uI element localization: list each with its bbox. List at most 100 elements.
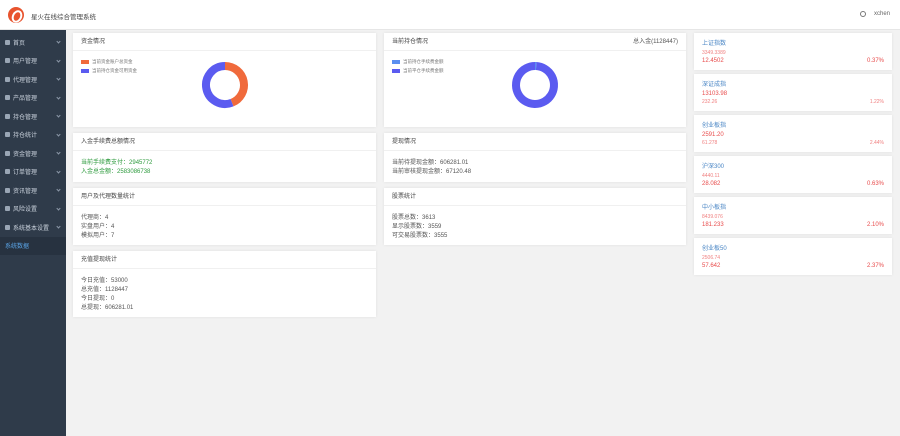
positions-donut-chart [512,62,558,108]
positions-legend: 当前持仓手续费金额 当前平仓手续费金额 [392,59,444,77]
index-card[interactable]: 创业板50 2506.74 57.642 2.37% [694,238,892,275]
index-value: 2591.20 [702,132,724,138]
sidebar: 首页 用户管理 代理管理 产品管理 持仓管理 持仓统计 资金管理 订单管理 资讯… [0,30,66,436]
donut-slice [224,62,248,107]
index-name: 中小板指 [702,205,727,211]
gear-icon [5,224,10,230]
index-card[interactable]: 上证指数 3349.3389 12.4502 0.37% [694,33,892,70]
agents-card: 用户及代理数量统计 代理商：4 实盘用户：4 模拟用户：7 [73,188,376,245]
card-title: 用户及代理数量统计 [73,188,376,206]
card-title: 资金情况 [73,33,376,51]
index-card[interactable]: 创业板指 2591.20 61.278 2.44% [694,115,892,152]
stock-tradable-row: 可交易股票数：3555 [392,233,448,239]
review-withdraw-row: 当前审核提现金额：67120.48 [392,169,472,175]
demo-user-row: 模拟用户：7 [81,233,115,239]
stock-total-row: 股票总数：3613 [392,215,436,221]
funds-legend: 当前资金账户总资金 当前持仓资金可用资金 [81,59,137,77]
legend-swatch [81,60,89,64]
deposit-total-row: 入金总金额：2583086738 [81,169,151,175]
deposit-fee-row: 当前手续费支付：2945772 [81,160,153,166]
index-change: 181.233 [702,222,724,228]
index-percent: 2.10% [866,222,884,228]
index-name: 创业板50 [702,246,727,252]
user-icon[interactable] [859,11,866,17]
card-title: 入金手续费总额情况 [73,133,376,151]
recharge-card: 充值提现统计 今日充值：53000 总充值：1128447 今日提现：0 总提现… [73,251,376,317]
index-name: 沪深300 [702,164,725,170]
sidebar-item-funds[interactable]: 资金管理 [0,144,66,163]
index-value: 4440.11 [702,173,720,179]
order-icon [5,169,10,175]
index-value: 2506.74 [702,255,721,261]
chevron-down-icon [56,113,61,118]
index-change: 61.278 [702,140,718,146]
chevron-down-icon [56,76,61,81]
funds-icon [5,150,10,156]
chevron-down-icon [56,205,61,211]
legend-swatch [392,60,400,64]
top-bar: 星火在线综合管理系统 xchen [0,0,900,30]
risk-icon [5,206,10,212]
index-change: 12.4502 [702,58,724,64]
sidebar-item-users[interactable]: 用户管理 [0,52,66,71]
stock-card: 股票统计 股票总数：3613 显示股票数：3559 可交易股票数：3555 [384,188,686,245]
logo-icon [8,7,24,23]
username[interactable]: xchen [874,11,890,17]
index-value: 8439.076 [702,214,723,220]
index-percent: 2.44% [869,140,884,146]
stock-shown-row: 显示股票数：3559 [392,224,442,230]
total-recharge-row: 总充值：1128447 [81,287,128,293]
card-title: 当前持仓情况 总入金(1128447) [384,33,686,51]
index-card[interactable]: 深证成指 13103.98 232.26 1.22% [694,74,892,111]
sidebar-item-risk[interactable]: 风险设置 [0,200,66,219]
sidebar-item-agents[interactable]: 代理管理 [0,70,66,89]
chevron-down-icon [56,57,61,63]
sidebar-item-products[interactable]: 产品管理 [0,89,66,108]
index-value: 13103.98 [702,91,728,97]
sidebar-item-home[interactable]: 首页 [0,33,66,52]
deposit-card: 入金手续费总额情况 当前手续费支付：2945772 入金总金额：25830867… [73,133,376,182]
index-change: 28.082 [702,181,721,187]
index-change: 57.642 [702,263,721,269]
stats-icon [5,132,10,138]
today-withdraw-row: 今日提现：0 [81,296,115,302]
agent-icon [5,76,10,82]
sidebar-item-positions[interactable]: 持仓管理 [0,107,66,126]
chevron-down-icon [56,150,61,155]
index-name: 创业板指 [702,123,727,129]
index-percent: 2.37% [866,263,884,269]
index-change: 232.26 [702,99,718,105]
donut-slice [512,62,558,108]
index-card[interactable]: 中小板指 8439.076 181.233 2.10% [694,197,892,234]
agent-count-row: 代理商：4 [81,215,109,221]
legend-item: 当前持仓资金可用资金 [81,68,137,74]
card-title: 提现情况 [384,133,686,151]
total-withdraw-row: 总提现：606281.01 [81,305,134,311]
legend-swatch [81,69,89,73]
sidebar-item-position-stats[interactable]: 持仓统计 [0,126,66,145]
pending-withdraw-row: 当前待提现金额：606281.01 [392,160,469,166]
position-icon [5,113,10,119]
sidebar-item-system-settings[interactable]: 系统基本设置 [0,218,66,237]
legend-swatch [392,69,400,73]
positions-card: 当前持仓情况 总入金(1128447) 当前持仓手续费金额 当前平仓手续费金额 [384,33,686,127]
card-title: 股票统计 [384,188,686,206]
user-area[interactable]: xchen [859,11,890,17]
chevron-down-icon [56,39,61,44]
chevron-down-icon [56,224,61,229]
funds-donut-chart [202,62,248,108]
chevron-down-icon [56,168,61,174]
app-title: 星火在线综合管理系统 [31,14,96,21]
legend-item: 当前资金账户总资金 [81,59,137,65]
index-percent: 0.63% [866,181,884,187]
sidebar-item-orders[interactable]: 订单管理 [0,163,66,182]
legend-item: 当前持仓手续费金额 [392,59,444,65]
home-icon [5,39,10,45]
index-value: 3349.3389 [702,50,726,56]
chevron-down-icon [56,94,61,100]
index-name: 深证成指 [702,82,727,88]
card-title: 充值提现统计 [73,251,376,269]
sidebar-item-news[interactable]: 资讯管理 [0,181,66,200]
sidebar-item-system-data[interactable]: 系统数据 [0,236,66,255]
index-card[interactable]: 沪深300 4440.11 28.082 0.63% [694,156,892,193]
